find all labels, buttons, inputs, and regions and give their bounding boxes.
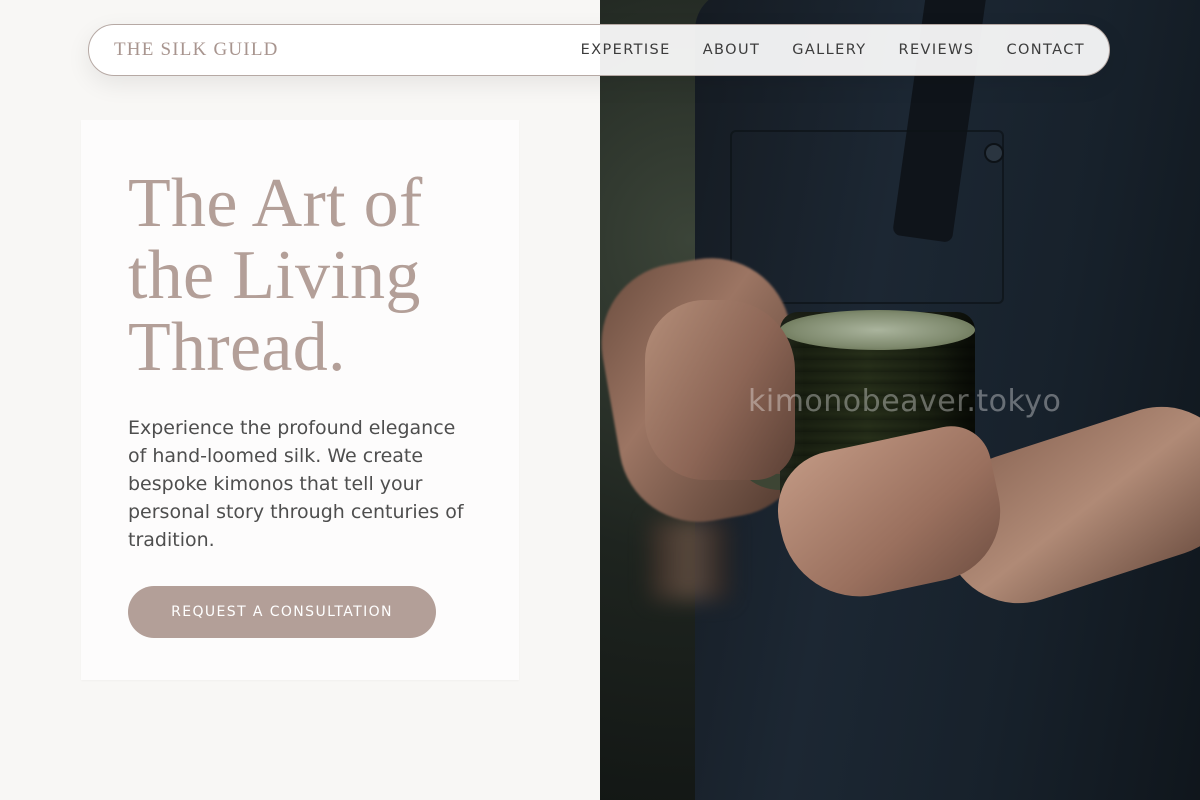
hero-description: Experience the profound elegance of hand… [128,417,464,551]
headline-line-3: Thread. [128,309,346,386]
nav-item-contact[interactable]: CONTACT [1006,42,1085,58]
request-consultation-button[interactable]: REQUEST A CONSULTATION [128,586,436,638]
hero-photo: kimonobeaver.tokyo [600,0,1200,800]
mug-rim [780,310,975,350]
brand-logo[interactable]: THE SILK GUILD [114,39,279,61]
headline-line-2: the Living [128,237,421,314]
watermark-text: kimonobeaver.tokyo [748,384,1062,419]
background-blur [650,520,730,600]
nav-item-reviews[interactable]: REVIEWS [899,42,975,58]
nav-item-about[interactable]: ABOUT [703,42,761,58]
headline-line-1: The Art of [128,165,423,242]
nav-item-gallery[interactable]: GALLERY [792,42,866,58]
apron-button [984,143,1004,163]
nav-item-expertise[interactable]: EXPERTISE [581,42,671,58]
apron-pocket [730,130,1004,304]
nav-menu: EXPERTISE ABOUT GALLERY REVIEWS CONTACT [581,42,1085,58]
top-navigation: THE SILK GUILD EXPERTISE ABOUT GALLERY R… [88,24,1110,76]
hero-headline: The Art of the Living Thread. [128,168,472,384]
hero-card: The Art of the Living Thread. Experience… [81,120,519,680]
